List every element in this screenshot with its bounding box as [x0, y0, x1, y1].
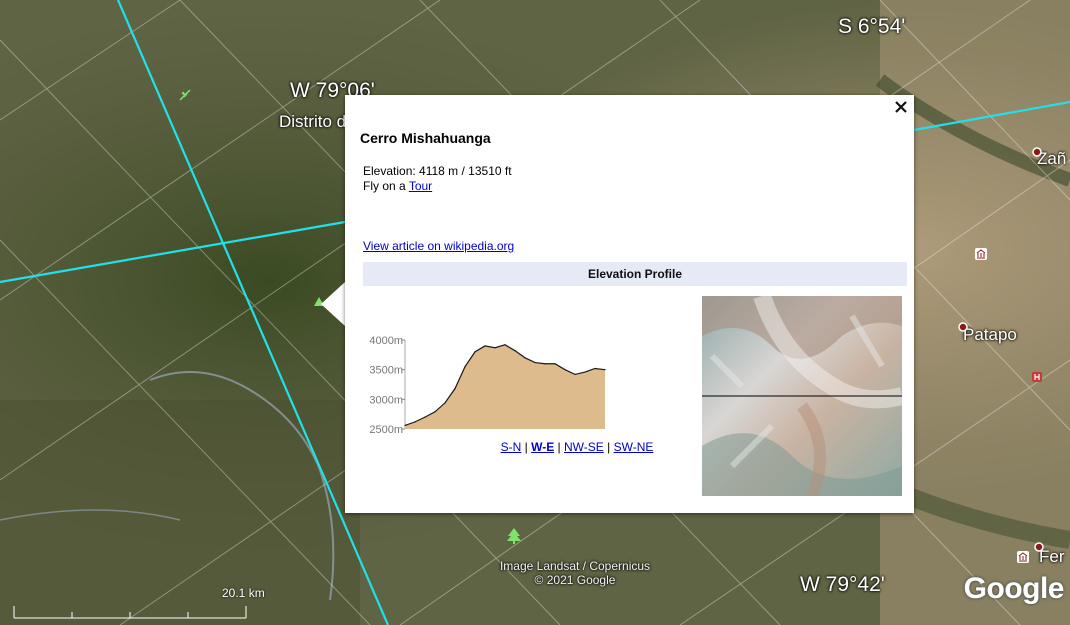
elevation-point — [424, 416, 426, 418]
park-tree-icon[interactable] — [506, 527, 522, 545]
elevation-point — [584, 371, 586, 373]
elevation-point — [484, 345, 486, 347]
elevation-point — [464, 366, 466, 368]
city-pin-icon[interactable] — [957, 321, 969, 333]
google-logo: Google — [963, 572, 1065, 605]
elevation-point — [564, 369, 566, 371]
direction-link-nw-se[interactable]: NW-SE — [564, 440, 604, 454]
tour-link[interactable]: Tour — [409, 179, 432, 193]
profile-direction-links: S-N | W-E | NW-SE | SW-NE — [452, 440, 702, 454]
museum-icon[interactable] — [1016, 550, 1030, 564]
imagery-attribution: Image Landsat / Copernicus © 2021 Google — [499, 559, 651, 587]
y-tick-label: 4000m — [369, 335, 403, 347]
balloon-pointer — [321, 282, 345, 326]
separator: | — [521, 440, 532, 454]
peak-info: Elevation: 4118 m / 13510 ft Fly on a To… — [363, 164, 512, 194]
city-pin-icon[interactable] — [1031, 146, 1043, 158]
y-tick-label: 3000m — [369, 394, 403, 406]
scale-bar-label: 20.1 km — [222, 586, 265, 600]
airport-icon[interactable] — [178, 88, 192, 102]
fly-tour-line: Fly on a Tour — [363, 179, 512, 194]
elevation-point — [524, 357, 526, 359]
elevation-point — [514, 350, 516, 352]
longitude-label: W 79°42' — [800, 573, 885, 596]
balloon-title: Cerro Mishahuanga — [360, 130, 491, 146]
y-tick-label: 2500m — [369, 424, 403, 435]
hospital-icon[interactable] — [1031, 371, 1043, 383]
place-label-distrito[interactable]: Distrito d — [279, 112, 346, 132]
elevation-point — [434, 411, 436, 413]
close-icon[interactable] — [892, 98, 910, 116]
info-balloon: Cerro Mishahuanga Elevation: 4118 m / 13… — [345, 95, 914, 513]
elevation-point — [474, 351, 476, 353]
elevation-point — [534, 361, 536, 364]
elevation-point — [554, 363, 556, 365]
direction-link-w-e[interactable]: W-E — [531, 440, 554, 454]
museum-icon[interactable] — [974, 247, 988, 261]
elevation-point — [604, 369, 606, 371]
elevation-point — [594, 367, 596, 370]
place-label-patapo[interactable]: Patapo — [963, 325, 1017, 345]
latitude-label: S 6°54' — [838, 15, 906, 38]
fly-prefix: Fly on a — [363, 179, 409, 193]
elevation-point — [454, 388, 456, 390]
y-tick-label: 3500m — [369, 365, 403, 377]
direction-link-s-n[interactable]: S-N — [501, 440, 522, 454]
elevation-point — [494, 347, 496, 349]
elevation-point — [444, 402, 446, 404]
elevation-area — [405, 344, 605, 429]
elevation-profile-chart: 4000m 3500m 3000m 2500m — [369, 335, 606, 435]
separator: | — [603, 440, 614, 454]
elevation-point — [504, 344, 506, 346]
wikipedia-link[interactable]: View article on wikipedia.org — [363, 239, 514, 253]
separator: | — [554, 440, 564, 454]
elevation-point — [414, 421, 416, 423]
terrain-shaded-relief-map — [702, 296, 902, 496]
direction-link-sw-ne[interactable]: SW-NE — [614, 440, 654, 454]
city-pin-icon[interactable] — [1033, 541, 1045, 553]
elevation-profile-header: Elevation Profile — [363, 262, 907, 286]
elevation-point — [544, 363, 546, 365]
elevation-text: Elevation: 4118 m / 13510 ft — [363, 164, 512, 178]
elevation-point — [404, 424, 406, 427]
elevation-point — [574, 373, 576, 376]
